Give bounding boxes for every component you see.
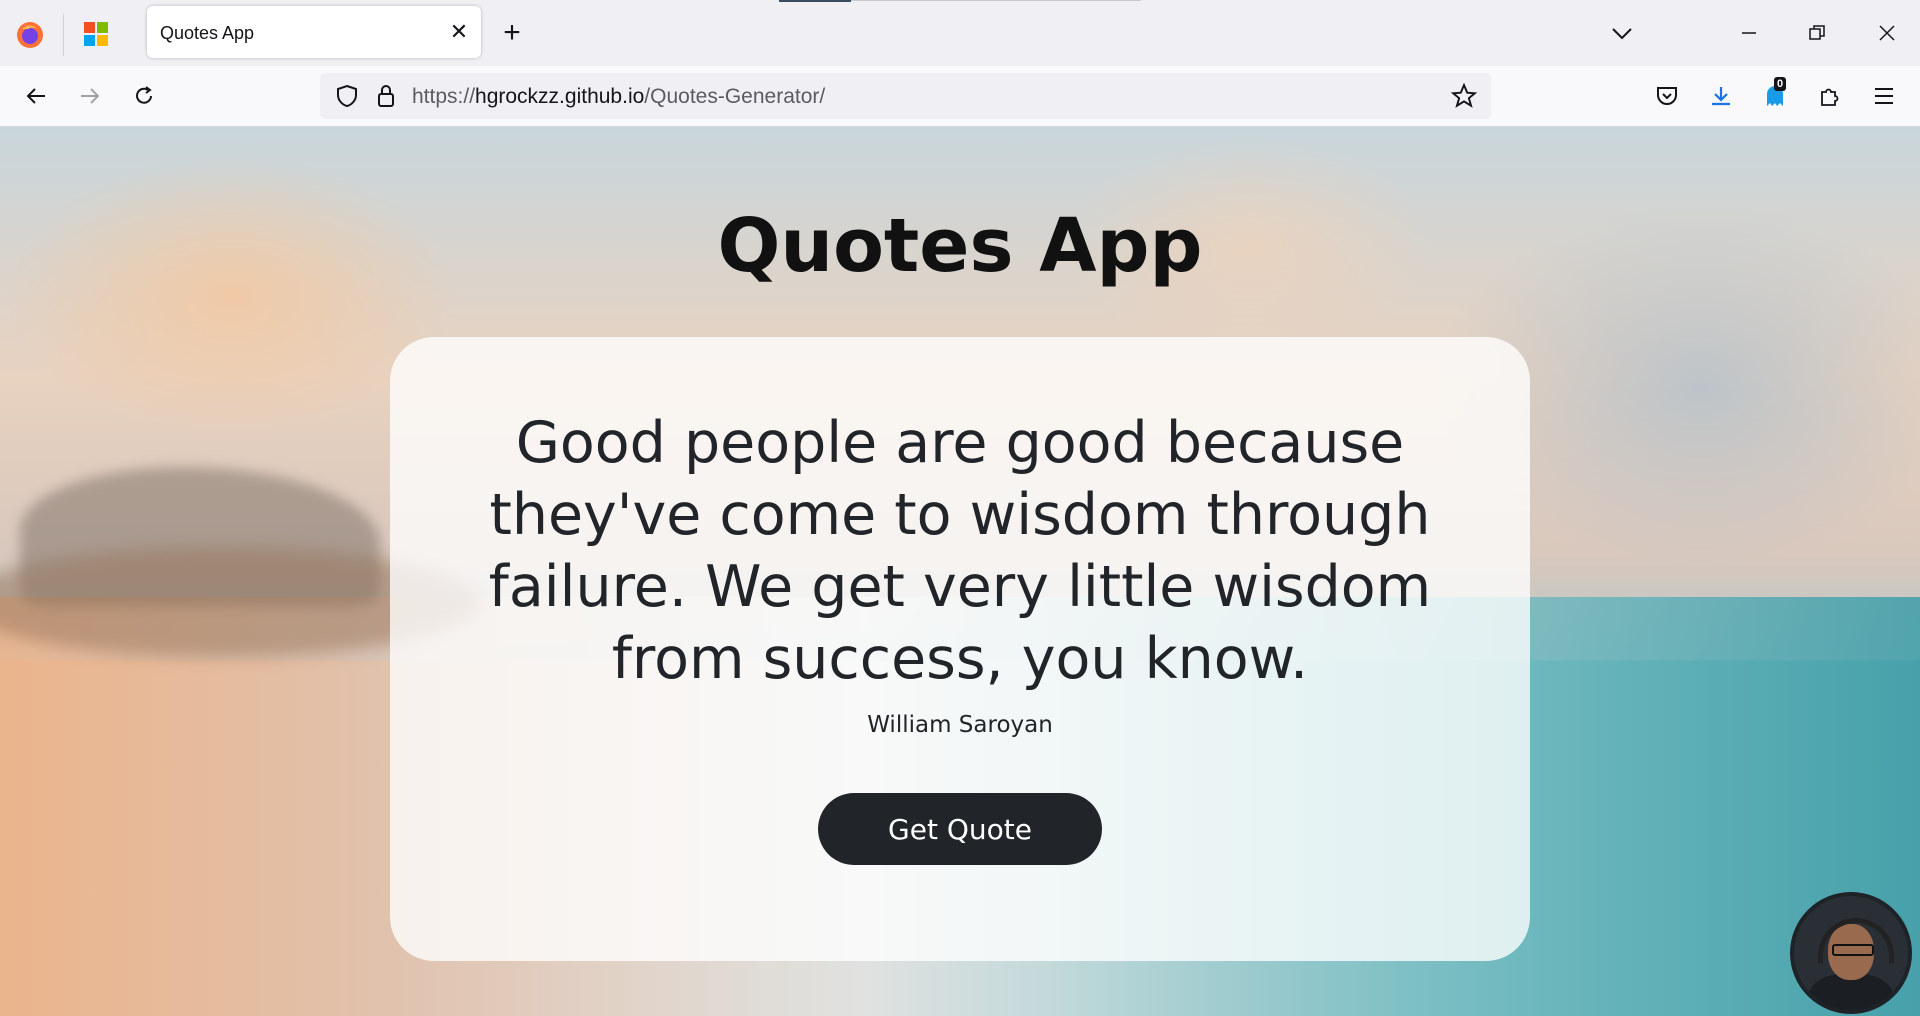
- downloads-icon[interactable]: [1705, 80, 1737, 112]
- bookmark-star-icon[interactable]: [1448, 80, 1480, 112]
- lock-icon[interactable]: [370, 80, 402, 112]
- quote-card: Good people are good because they've com…: [390, 337, 1530, 961]
- minimize-icon[interactable]: [1734, 18, 1764, 48]
- pocket-icon[interactable]: [1651, 80, 1683, 112]
- page-title: Quotes App: [717, 203, 1203, 289]
- tab-strip-indicator: [779, 0, 851, 2]
- url-path: /Quotes-Generator/: [644, 85, 826, 108]
- extension-badge: 0: [1774, 77, 1787, 91]
- forward-arrow-icon[interactable]: [74, 80, 106, 112]
- tab-title: Quotes App: [160, 23, 255, 43]
- address-bar[interactable]: https://hgrockzz.github.io/Quotes-Genera…: [320, 73, 1491, 119]
- url-prefix: https://: [412, 85, 476, 108]
- get-quote-button[interactable]: Get Quote: [818, 793, 1102, 865]
- avatar-headphones: [1818, 918, 1894, 963]
- url-host: hgrockzz.github.io: [475, 85, 645, 108]
- back-arrow-icon[interactable]: [20, 80, 52, 112]
- avatar-body: [1808, 974, 1894, 1010]
- chevron-down-icon[interactable]: [1608, 20, 1636, 48]
- close-window-icon[interactable]: [1872, 18, 1902, 48]
- reload-icon[interactable]: [128, 80, 160, 112]
- firefox-icon[interactable]: [14, 19, 46, 51]
- tab-quotes-app[interactable]: Quotes App ✕: [147, 6, 481, 58]
- restore-icon[interactable]: [1802, 18, 1832, 48]
- shield-icon[interactable]: [331, 80, 363, 112]
- page-background: Quotes App Good people are good because …: [0, 127, 1920, 1016]
- quote-author: William Saroyan: [867, 712, 1053, 738]
- tab-strip-divider: [851, 0, 1141, 1]
- quote-text: Good people are good because they've com…: [488, 410, 1432, 692]
- tab-close-icon[interactable]: ✕: [447, 20, 471, 44]
- microsoft-icon[interactable]: [83, 21, 109, 47]
- navigation-toolbar: https://hgrockzz.github.io/Quotes-Genera…: [0, 66, 1920, 127]
- tab-strip: Quotes App ✕ +: [0, 0, 1920, 66]
- url-text[interactable]: https://hgrockzz.github.io/Quotes-Genera…: [412, 85, 825, 109]
- menu-icon[interactable]: [1868, 80, 1900, 112]
- extensions-puzzle-icon[interactable]: [1814, 80, 1846, 112]
- new-tab-icon[interactable]: +: [497, 16, 527, 49]
- tab-separator: [63, 14, 64, 56]
- webcam-avatar: [1790, 892, 1912, 1014]
